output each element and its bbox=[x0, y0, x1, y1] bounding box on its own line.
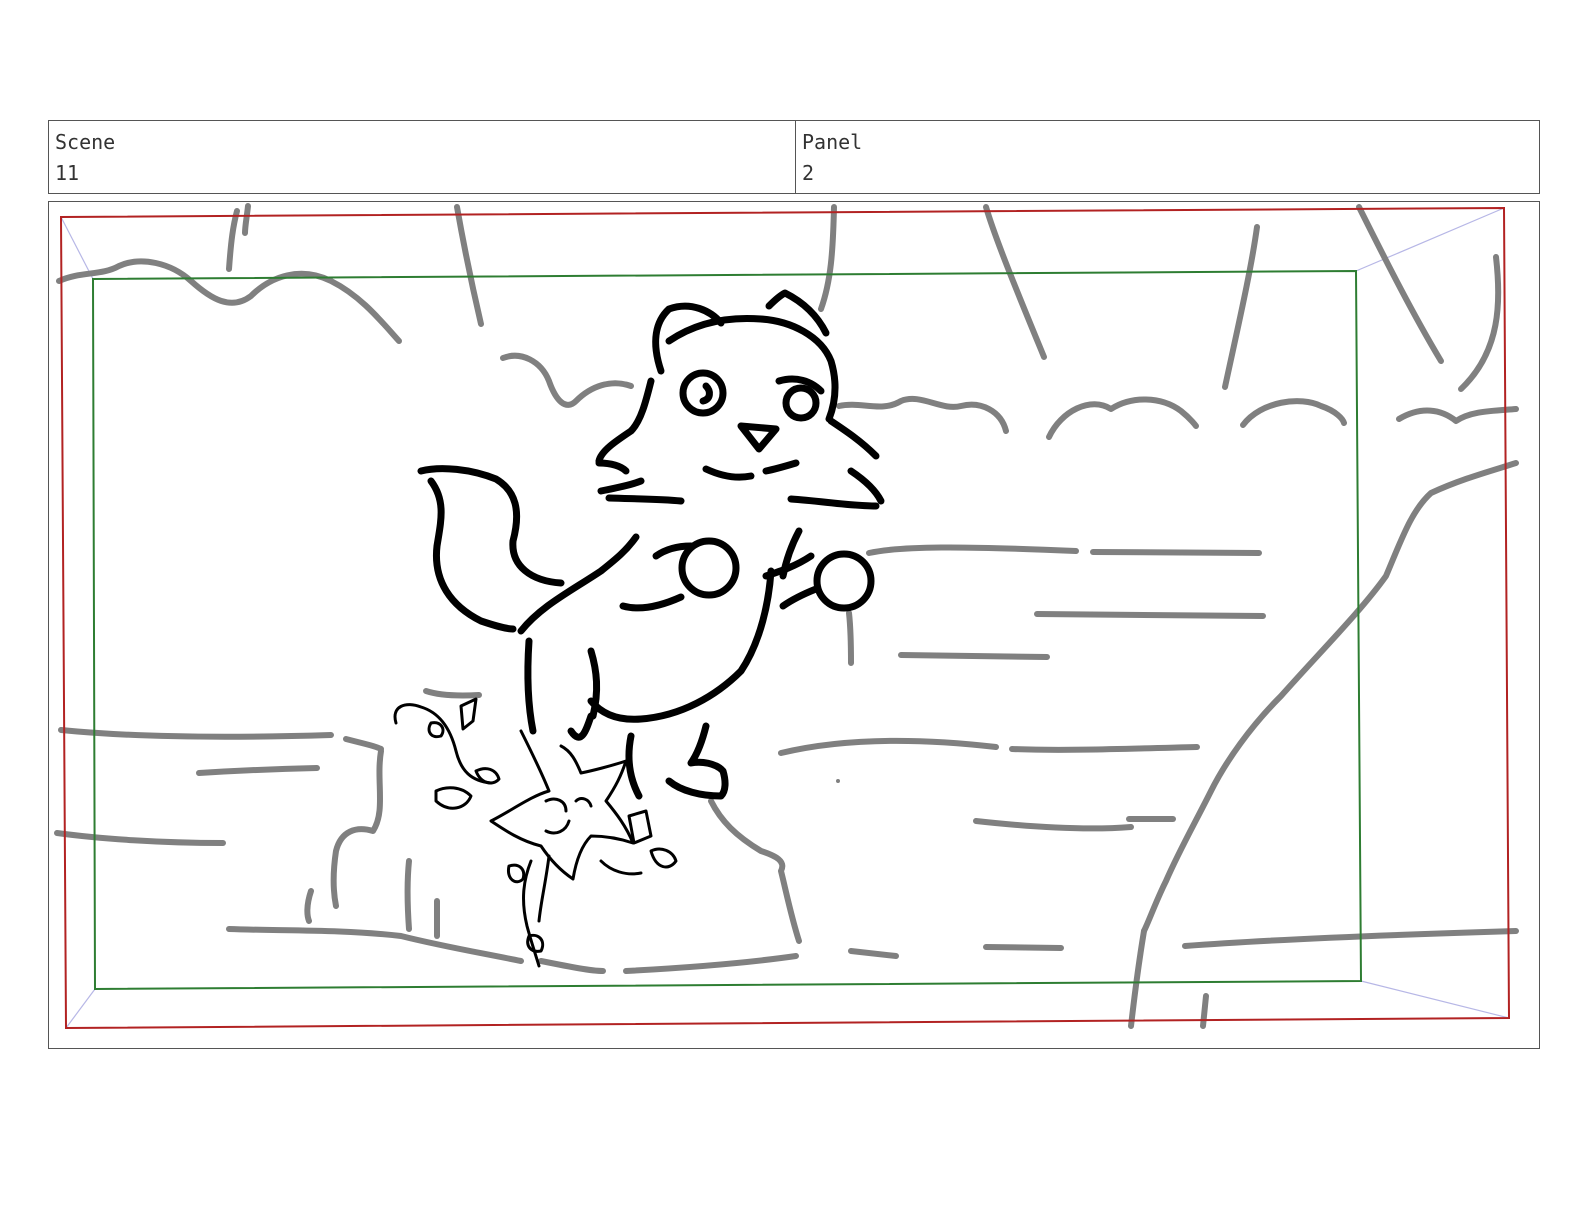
panel-cell: Panel 2 bbox=[796, 121, 1539, 193]
background-sketch bbox=[54, 203, 1519, 1029]
title-safe-frame bbox=[91, 269, 1363, 991]
scene-number: 11 bbox=[55, 161, 80, 185]
character-sketch bbox=[417, 289, 885, 800]
scene-label: Scene bbox=[55, 130, 116, 154]
panel-label: Panel bbox=[802, 130, 863, 154]
panel-drawing bbox=[54, 203, 1519, 1030]
action-safe-frame bbox=[59, 206, 1511, 1030]
perspective-guides bbox=[60, 207, 1510, 1029]
panel-number: 2 bbox=[802, 161, 815, 185]
storyboard-panel bbox=[48, 201, 1540, 1049]
storyboard-header: Scene 11 Panel 2 bbox=[48, 120, 1540, 194]
safe-area-guides bbox=[59, 206, 1511, 1030]
scene-cell: Scene 11 bbox=[49, 121, 796, 193]
